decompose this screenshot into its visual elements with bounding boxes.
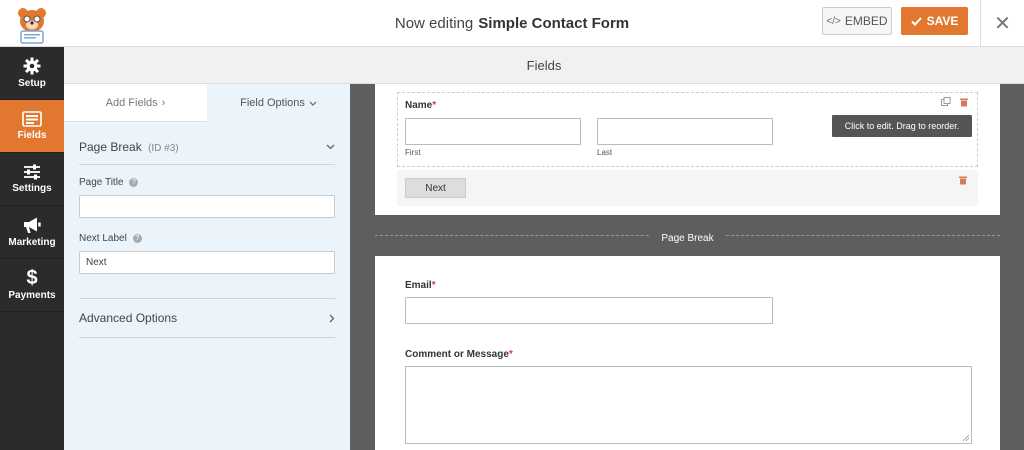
email-label-text: Email — [405, 280, 432, 291]
field-options-panel: Add Fields › Field Options Page Break (I… — [64, 84, 350, 450]
page-title-label-row: Page Title ? — [79, 177, 335, 188]
chevron-right-icon — [329, 314, 335, 322]
gear-icon — [23, 57, 41, 75]
bear-mascot-icon — [18, 7, 46, 44]
next-button[interactable]: Next — [405, 178, 466, 198]
name-label: Name* — [405, 100, 436, 111]
sidebar-item-setup[interactable]: Setup — [0, 47, 64, 100]
help-icon[interactable]: ? — [132, 234, 142, 243]
embed-label: EMBED — [844, 14, 888, 28]
email-input[interactable] — [405, 297, 773, 324]
name-field[interactable]: Name* First Last Click to edit. Drag to … — [397, 92, 978, 167]
chevron-down-icon — [309, 101, 317, 106]
sidebar-item-marketing[interactable]: Marketing — [0, 206, 64, 259]
fields-icon — [22, 111, 42, 127]
tab-label: Field Options — [240, 97, 305, 109]
advanced-options-header[interactable]: Advanced Options — [79, 299, 335, 337]
sidebar-item-payments[interactable]: $ Payments — [0, 259, 64, 312]
megaphone-icon — [24, 217, 41, 233]
last-name-input[interactable] — [597, 118, 773, 145]
top-bar: Now editing Simple Contact Form </> EMBE… — [0, 0, 1024, 47]
title-prefix: Now editing — [394, 15, 474, 32]
page-break-label-wrap: Page Break — [375, 228, 1000, 246]
panel-title: Fields — [526, 57, 562, 73]
tab-field-options[interactable]: Field Options — [207, 84, 350, 122]
trash-icon[interactable] — [959, 97, 969, 107]
comment-textarea[interactable] — [405, 366, 972, 444]
advanced-options-label: Advanced Options — [79, 311, 178, 325]
embed-button[interactable]: </> EMBED — [822, 7, 892, 35]
chevron-down-icon — [326, 144, 335, 150]
page-break-fields: Page Title ? Next Label ? — [79, 177, 335, 299]
panel-tabs: Add Fields › Field Options — [64, 84, 350, 122]
resize-handle-icon[interactable] — [963, 435, 969, 441]
page-title-label: Page Title — [79, 177, 124, 188]
form-preview: Name* First Last Click to edit. Drag to … — [350, 84, 1024, 450]
page-break-section-header[interactable]: Page Break (ID #3) — [79, 122, 335, 164]
close-icon: ✕ — [994, 13, 1011, 35]
comment-label-text: Comment or Message — [405, 349, 509, 360]
first-sublabel: First — [405, 148, 421, 157]
dollar-icon: $ — [26, 267, 38, 289]
sidebar-item-settings[interactable]: Settings — [0, 153, 64, 206]
sidebar-item-label: Setup — [18, 78, 46, 89]
duplicate-icon[interactable] — [941, 97, 951, 107]
first-name-input[interactable] — [405, 118, 581, 145]
next-label-input[interactable] — [79, 251, 335, 274]
form-canvas: Name* First Last Click to edit. Drag to … — [375, 84, 1000, 450]
section-title: Page Break — [79, 140, 142, 154]
save-label: SAVE — [926, 14, 959, 28]
sliders-icon — [24, 164, 40, 180]
drag-tooltip: Click to edit. Drag to reorder. — [832, 115, 972, 137]
chevron-right-icon: › — [161, 96, 166, 109]
tab-add-fields[interactable]: Add Fields › — [64, 84, 207, 122]
advanced-options-section: Advanced Options — [79, 299, 335, 338]
page-break-divider: Page Break — [375, 215, 1000, 256]
close-button[interactable]: ✕ — [980, 0, 1024, 47]
next-label-label: Next Label — [79, 233, 127, 244]
required-mark: * — [508, 349, 513, 360]
icon-sidebar: Setup Fields Settings Marketing $ Paymen… — [0, 47, 64, 450]
trash-icon[interactable] — [958, 175, 968, 185]
checkmark-icon — [910, 16, 922, 26]
name-label-text: Name — [405, 100, 433, 111]
last-sublabel: Last — [597, 148, 613, 157]
pagebreak-next-row[interactable]: Next — [397, 170, 978, 206]
comment-label: Comment or Message* — [405, 349, 513, 360]
page-break-options: Page Break (ID #3) — [79, 122, 335, 165]
page-title-input[interactable] — [79, 195, 335, 218]
wpforms-logo — [0, 0, 64, 47]
email-label: Email* — [405, 280, 436, 291]
page-break-label: Page Break — [651, 233, 724, 244]
code-icon: </> — [826, 15, 841, 27]
form-name: Simple Contact Form — [478, 15, 630, 32]
save-button[interactable]: SAVE — [901, 7, 968, 35]
help-icon[interactable]: ? — [129, 178, 139, 187]
required-mark: * — [432, 100, 437, 111]
sidebar-item-label: Payments — [8, 290, 56, 301]
required-mark: * — [431, 280, 436, 291]
field-id: (ID #3) — [148, 143, 179, 154]
tab-label: Add Fields — [105, 96, 158, 109]
sidebar-item-label: Marketing — [8, 237, 56, 248]
sidebar-item-label: Fields — [17, 130, 47, 141]
next-label-label-row: Next Label ? — [79, 233, 335, 244]
sidebar-item-label: Settings — [12, 183, 52, 194]
panel-header: Fields — [64, 47, 1024, 84]
sidebar-item-fields[interactable]: Fields — [0, 100, 64, 153]
